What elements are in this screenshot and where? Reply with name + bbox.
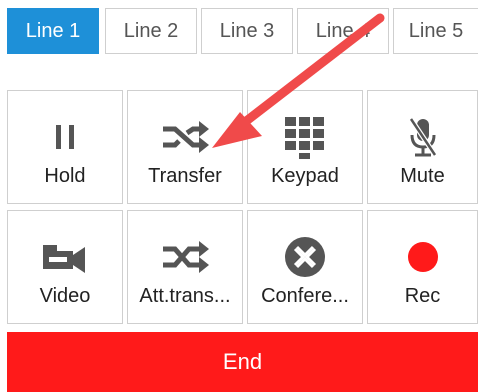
hold-label: Hold [44,165,86,187]
keypad-button[interactable]: Keypad [247,90,363,204]
hold-button[interactable]: Hold [7,90,123,204]
attended-transfer-icon [128,235,242,279]
tab-line-2[interactable]: Line 2 [105,8,197,54]
conference-button[interactable]: Confere... [247,210,363,324]
rec-label: Rec [404,285,441,307]
mic-muted-icon [368,115,477,159]
rec-button[interactable]: Rec [367,210,478,324]
tab-line-3[interactable]: Line 3 [201,8,293,54]
att-transfer-label: Att.trans... [139,285,231,307]
transfer-button[interactable]: Transfer [127,90,243,204]
video-button[interactable]: Video [7,210,123,324]
pause-icon [8,115,122,159]
video-label: Video [39,285,91,307]
tab-line-4[interactable]: Line 4 [297,8,389,54]
tab-line-1[interactable]: Line 1 [7,8,99,54]
end-call-button[interactable]: End [7,332,478,392]
transfer-icon [128,115,242,159]
line-tabs: Line 1 Line 2 Line 3 Line 4 Line 5 [7,8,478,56]
transfer-label: Transfer [148,165,222,187]
keypad-label: Keypad [271,165,339,187]
tab-line-5[interactable]: Line 5 [393,8,478,54]
mute-label: Mute [400,165,445,187]
mute-button[interactable]: Mute [367,90,478,204]
video-camera-icon [8,235,122,279]
att-transfer-button[interactable]: Att.trans... [127,210,243,324]
record-icon [368,235,477,279]
keypad-icon [248,115,362,159]
call-controls-grid: Hold Transfer Keypad Mute Video Att.tran… [7,90,478,326]
conference-label: Confere... [261,285,349,307]
conference-icon [248,235,362,279]
